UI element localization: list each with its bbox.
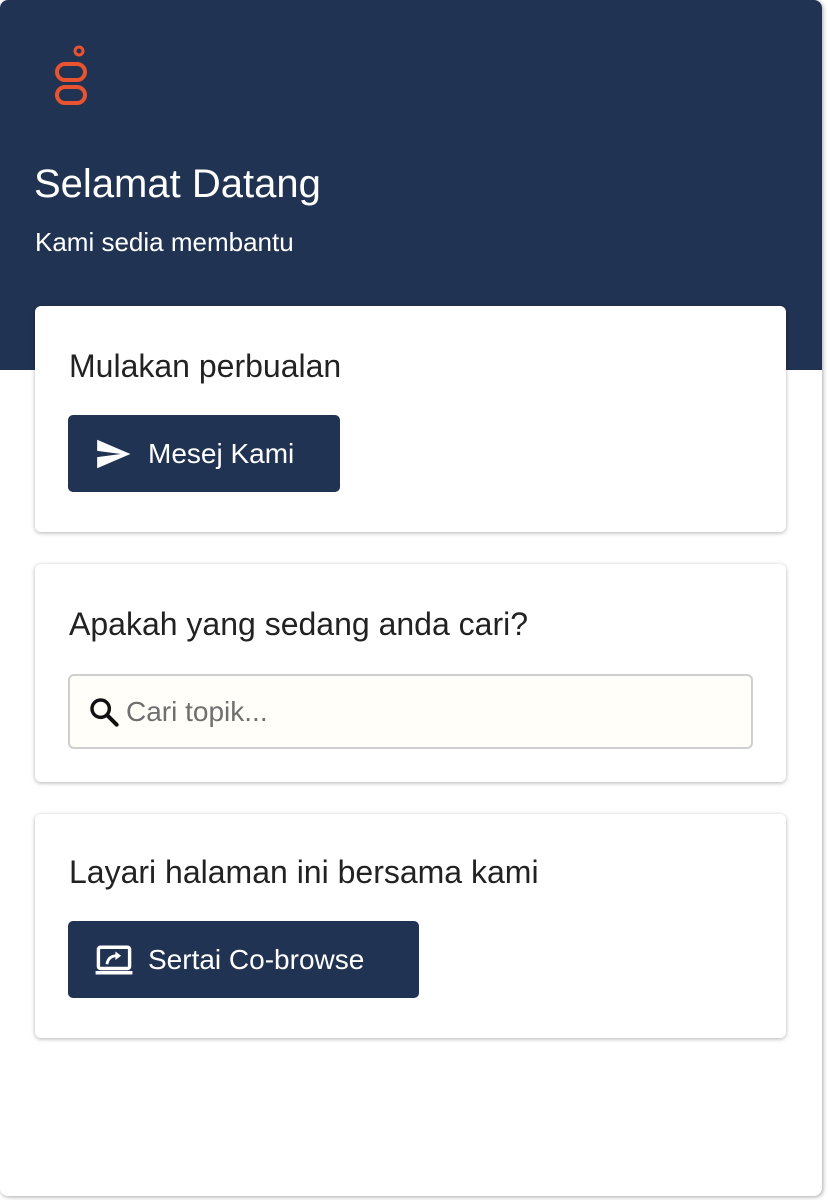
cobrowse-card: Layari halaman ini bersama kami Sertai C… (35, 814, 786, 1038)
search-field[interactable] (68, 674, 753, 749)
welcome-title: Selamat Datang (34, 162, 321, 206)
messenger-widget: Selamat Datang Kami sedia membantu Mulak… (0, 0, 822, 1196)
message-us-label: Mesej Kami (148, 437, 295, 469)
cobrowse-screen-icon (95, 945, 133, 974)
start-conversation-card: Mulakan perbualan Mesej Kami (35, 306, 786, 532)
join-cobrowse-label: Sertai Co-browse (148, 943, 365, 975)
cobrowse-card-title: Layari halaman ini bersama kami (69, 854, 539, 890)
start-conversation-title: Mulakan perbualan (69, 348, 342, 384)
message-us-button[interactable]: Mesej Kami (68, 415, 340, 492)
send-icon (97, 439, 131, 468)
search-card: Apakah yang sedang anda cari? (35, 564, 786, 782)
welcome-subtitle: Kami sedia membantu (35, 227, 294, 257)
genesys-logo-icon (55, 45, 87, 105)
search-icon (90, 698, 119, 727)
search-card-title: Apakah yang sedang anda cari? (69, 606, 529, 642)
search-input[interactable] (126, 676, 746, 747)
join-cobrowse-button[interactable]: Sertai Co-browse (68, 921, 419, 998)
